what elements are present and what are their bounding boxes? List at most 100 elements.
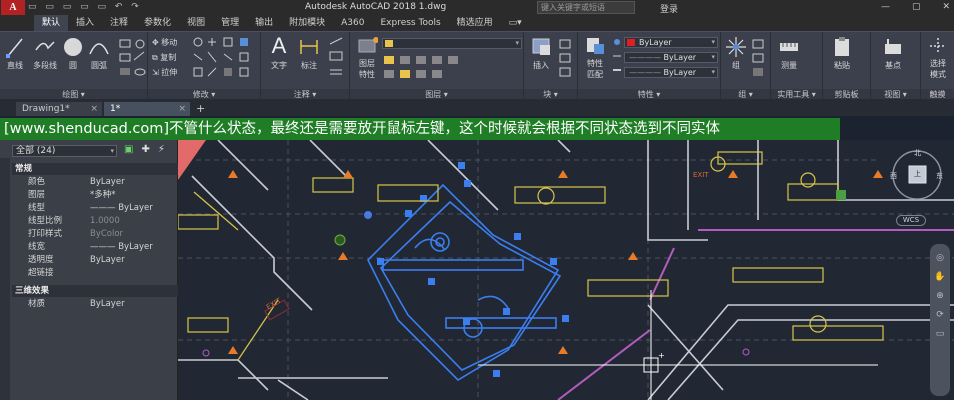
match-properties-button[interactable]: 特性 匹配	[580, 36, 610, 80]
copy-button[interactable]: ⧉ 复制	[152, 52, 176, 63]
tab-express-tools[interactable]: Express Tools	[372, 15, 448, 31]
properties-side-icons[interactable]	[612, 38, 622, 80]
touch-icon	[930, 38, 946, 54]
orbit-icon[interactable]: ⟳	[930, 310, 950, 320]
lightbulb-icon	[385, 40, 393, 47]
palette-title-strip[interactable]	[0, 158, 10, 400]
panel-block: 插入 块 ▾	[524, 32, 578, 100]
section-general[interactable]: 常规	[12, 163, 178, 175]
circle-button[interactable]: 圆	[62, 36, 84, 71]
linetype-dropdown[interactable]: ———— ByLayer ▾	[624, 52, 718, 63]
panel-draw: 直线 多段线 圆 圆弧 绘图 ▾	[0, 32, 148, 100]
move-button[interactable]: ✥ 移动	[152, 37, 177, 48]
view-cube-top[interactable]: 上	[914, 169, 921, 179]
chevron-down-icon: ▾	[711, 68, 715, 76]
layer-small-tools-icon[interactable]	[384, 54, 514, 84]
login-link[interactable]: 登录	[660, 2, 678, 15]
search-input[interactable]: 键入关键字或短语	[537, 1, 635, 14]
quick-access-toolbar[interactable]: ▭ ▭ ▭ ▭ ▭ ↶ ↷	[28, 2, 142, 12]
new-tab-button[interactable]: +	[196, 102, 205, 116]
property-value: ByLayer	[90, 255, 125, 265]
tab-default[interactable]: 默认	[34, 15, 69, 31]
doc-tab-1[interactable]: 1* ×	[104, 102, 190, 116]
color-dropdown[interactable]: ByLayer ▾	[624, 37, 718, 48]
close-icon[interactable]: ×	[178, 102, 186, 116]
zoom-icon[interactable]: ⊕	[930, 291, 950, 301]
layer-stack-icon	[358, 37, 378, 53]
minimize-button[interactable]: —	[881, 0, 890, 15]
section-3d[interactable]: 三维效果	[12, 285, 178, 297]
property-row[interactable]: 超链接	[12, 267, 178, 280]
property-value: *多种*	[90, 190, 116, 200]
chevron-down-icon: ▾	[711, 53, 715, 61]
annotation-small-tools-icon[interactable]	[327, 36, 345, 80]
tab-extra[interactable]: ▭▾	[501, 15, 530, 31]
ribbon-tabs: 默认 插入 注释 参数化 视图 管理 输出 附加模块 A360 Express …	[0, 15, 954, 31]
tab-insert[interactable]: 插入	[68, 15, 102, 31]
tab-output[interactable]: 输出	[247, 15, 281, 31]
lineweight-dropdown[interactable]: ———— ByLayer ▾	[624, 67, 718, 78]
tab-parametric[interactable]: 参数化	[136, 15, 179, 31]
stretch-button[interactable]: ⇲ 拉伸	[152, 67, 177, 78]
tab-addins[interactable]: 附加模块	[281, 15, 333, 31]
caption-banner: [www.shenducad.com]不管什么状态，最终还是需要放开鼠标左键，这…	[0, 118, 840, 140]
line-button[interactable]: 直线	[4, 36, 26, 71]
tab-manage[interactable]: 管理	[213, 15, 247, 31]
measure-button[interactable]: 测量	[777, 36, 801, 71]
toggle-pickadd-icon[interactable]: ▣	[124, 144, 133, 155]
panel-layers: 图层 特性 ▾ 图层 ▾	[350, 32, 524, 100]
draw-small-tools-icon[interactable]	[118, 38, 146, 80]
steering-wheel-icon[interactable]: ◎	[930, 253, 950, 263]
view-cube-north[interactable]: 北	[914, 148, 921, 158]
text-button[interactable]: A 文字	[267, 34, 291, 71]
property-row[interactable]: 线型比例 1.0000	[12, 215, 178, 228]
layer-properties-button[interactable]: 图层 特性	[354, 36, 380, 80]
selection-dropdown[interactable]: 全部 (24) ▾	[12, 145, 117, 157]
property-row[interactable]: 颜色 ByLayer	[12, 176, 178, 189]
pan-icon[interactable]: ✋	[930, 272, 950, 282]
close-button[interactable]: ✕	[942, 0, 950, 15]
property-row[interactable]: 材质 ByLayer	[12, 298, 178, 311]
tab-annotate[interactable]: 注释	[102, 15, 136, 31]
paste-button[interactable]: 粘贴	[831, 36, 853, 71]
select-mode-button[interactable]: 选择 模式	[925, 36, 951, 80]
property-row[interactable]: 线型 ——— ByLayer	[12, 202, 178, 215]
insert-block-button[interactable]: 插入	[528, 36, 554, 71]
doc-tab-drawing1[interactable]: Drawing1* ×	[16, 102, 102, 116]
modify-small-tools-icon[interactable]	[192, 36, 258, 80]
base-point-button[interactable]: 基点	[881, 36, 905, 71]
close-icon[interactable]: ×	[90, 102, 98, 116]
insert-block-icon	[532, 38, 550, 55]
layer-dropdown[interactable]: ▾	[382, 38, 522, 49]
property-row[interactable]: 透明度 ByLayer	[12, 254, 178, 267]
app-menu-button[interactable]: A	[1, 0, 25, 15]
chevron-down-icon: ▾	[110, 147, 114, 155]
quick-select-icon[interactable]: ⚡	[158, 144, 165, 155]
property-row[interactable]: 打印样式 ByColor	[12, 228, 178, 241]
match-properties-icon	[587, 38, 604, 54]
select-objects-icon[interactable]: ✚	[141, 144, 149, 155]
tab-a360[interactable]: A360	[333, 15, 372, 31]
tab-featured-apps[interactable]: 精选应用	[449, 15, 501, 31]
property-row[interactable]: 线宽 ——— ByLayer	[12, 241, 178, 254]
property-key: 线型比例	[28, 216, 63, 226]
clipboard-icon	[835, 37, 849, 56]
group-small-tools-icon[interactable]	[751, 38, 767, 78]
block-small-tools-icon[interactable]	[558, 38, 574, 78]
drawing-canvas[interactable]: + EXIT EXIT 上 西 东 北 WCS ◎ ✋ ⊕ ⟳ ▭	[178, 140, 954, 400]
wcs-menu[interactable]: WCS	[896, 215, 926, 226]
tab-view[interactable]: 视图	[179, 15, 213, 31]
panel-touch: 选择 模式 触摸	[921, 32, 954, 100]
dimension-button[interactable]: 标注	[297, 36, 321, 71]
maximize-button[interactable]: ▢	[912, 0, 921, 15]
showmotion-icon[interactable]: ▭	[930, 329, 950, 339]
window-title: Autodesk AutoCAD 2018 1.dwg	[305, 2, 447, 12]
property-row[interactable]: 图层 *多种*	[12, 189, 178, 202]
view-cube-west[interactable]: 西	[890, 171, 897, 181]
polyline-button[interactable]: 多段线	[30, 36, 60, 71]
view-cube[interactable]: 上 西 东 北	[890, 148, 944, 202]
group-button[interactable]: 组	[725, 36, 747, 71]
arc-button[interactable]: 圆弧	[88, 36, 110, 71]
group-icon	[726, 37, 746, 57]
view-cube-east[interactable]: 东	[936, 171, 943, 181]
